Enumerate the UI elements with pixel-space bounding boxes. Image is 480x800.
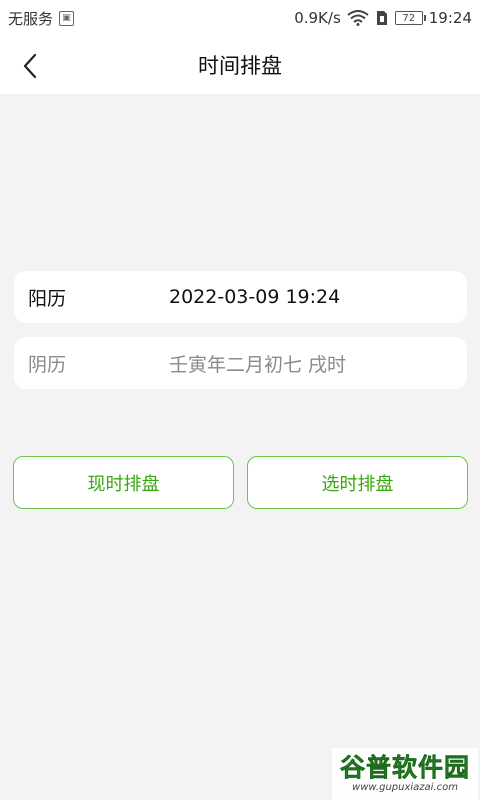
current-time-chart-button[interactable]: 现时排盘 xyxy=(13,456,234,509)
watermark-logo: 谷普软件园 www.gupuxiazai.com xyxy=(332,748,478,800)
solar-date-row[interactable]: 阳历 2022-03-09 19:24 xyxy=(14,271,467,323)
back-button[interactable] xyxy=(10,46,50,86)
notification-image-icon: ▣ xyxy=(59,10,75,26)
battery-level: 72 xyxy=(402,12,416,24)
status-left: 无服务 ▣ xyxy=(8,8,75,29)
status-right: 0.9K/s 72 19:24 xyxy=(294,9,472,27)
header: 时间排盘 xyxy=(0,36,480,94)
status-bar: 无服务 ▣ 0.9K/s 72 19:24 xyxy=(0,0,480,36)
clock: 19:24 xyxy=(428,9,472,27)
watermark-url: www.gupuxiazai.com xyxy=(352,781,458,793)
carrier-text: 无服务 xyxy=(8,9,54,28)
watermark-title: 谷普软件园 xyxy=(339,753,470,783)
chevron-left-icon xyxy=(23,53,37,79)
page-title: 时间排盘 xyxy=(198,54,282,78)
lunar-date-value: 壬寅年二月初七 戌时 xyxy=(169,353,347,376)
network-speed: 0.9K/s xyxy=(294,9,341,27)
lunar-date-row: 阴历 壬寅年二月初七 戌时 xyxy=(14,337,467,389)
lunar-label: 阴历 xyxy=(28,353,67,376)
solar-date-value: 2022-03-09 19:24 xyxy=(169,286,341,308)
battery-icon: 72 xyxy=(394,11,426,25)
sim-card-icon xyxy=(376,11,387,25)
solar-label: 阳历 xyxy=(28,287,67,310)
wifi-icon xyxy=(347,10,369,26)
select-time-chart-button[interactable]: 选时排盘 xyxy=(247,456,468,509)
